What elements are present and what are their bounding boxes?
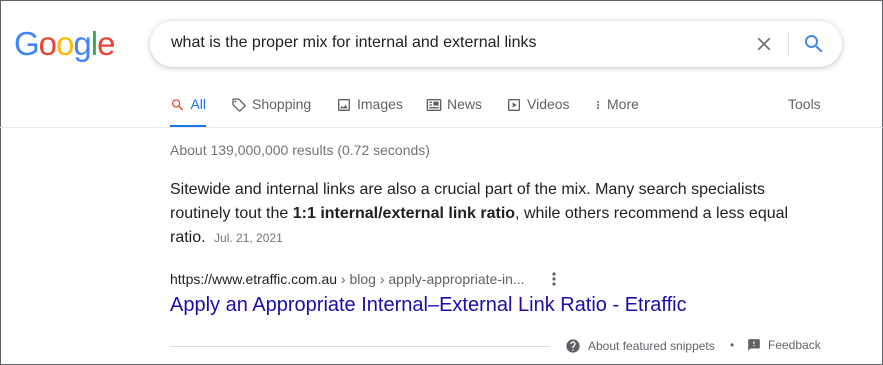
tag-icon <box>232 98 246 112</box>
tab-shopping[interactable]: Shopping <box>231 96 311 128</box>
more-vert-icon <box>597 101 599 109</box>
result-title-link[interactable]: Apply an Appropriate Internal–External L… <box>170 294 687 317</box>
footer-separator: • <box>730 338 735 352</box>
logo-letter: o <box>38 25 57 62</box>
tabs-divider <box>0 127 883 128</box>
close-icon[interactable] <box>753 33 775 55</box>
tab-videos[interactable]: Videos <box>506 96 570 128</box>
logo-letter: G <box>14 25 40 62</box>
tab-more[interactable]: More <box>592 96 639 128</box>
image-icon <box>338 99 350 111</box>
feedback-label: Feedback <box>768 338 821 352</box>
tab-label: Shopping <box>252 96 312 112</box>
video-icon <box>508 99 520 111</box>
tab-images[interactable]: Images <box>336 96 403 128</box>
logo-letter: o <box>56 25 74 62</box>
snippet-date: Jul. 21, 2021 <box>214 231 283 245</box>
tab-news[interactable]: News <box>426 96 482 128</box>
tools-button[interactable]: Tools <box>788 96 821 112</box>
more-vert-icon[interactable] <box>546 270 562 288</box>
search-icon[interactable] <box>802 32 826 56</box>
google-logo[interactable]: Google <box>14 25 115 63</box>
about-featured-snippets-link[interactable]: About featured snippets <box>565 338 715 354</box>
search-icon <box>171 99 184 111</box>
tab-label: Images <box>357 96 403 112</box>
search-box-divider <box>788 31 789 57</box>
tab-label: Videos <box>527 96 570 112</box>
tab-all[interactable]: All <box>170 96 206 128</box>
search-input[interactable]: what is the proper mix for internal and … <box>171 34 537 52</box>
tab-label: All <box>190 96 206 112</box>
feedback-icon <box>748 339 760 351</box>
help-icon <box>566 339 580 353</box>
search-box[interactable]: what is the proper mix for internal and … <box>150 21 842 67</box>
tab-label: News <box>447 96 483 112</box>
cite-path: › blog › apply-appropriate-in... <box>337 271 525 287</box>
about-label: About featured snippets <box>588 339 715 353</box>
tab-label: More <box>607 96 639 112</box>
featured-snippet-text: Sitewide and internal links are also a c… <box>170 178 810 250</box>
feedback-link[interactable]: Feedback <box>747 338 821 352</box>
news-icon <box>426 99 442 111</box>
logo-letter: e <box>97 25 115 62</box>
result-cite[interactable]: https://www.etraffic.com.au › blog › app… <box>170 271 525 287</box>
cite-domain: https://www.etraffic.com.au <box>170 271 338 287</box>
result-stats: About 139,000,000 results (0.72 seconds) <box>170 142 430 158</box>
logo-letter: g <box>73 25 91 62</box>
footer-divider <box>170 346 550 347</box>
snippet-bold-text: 1:1 internal/external link ratio <box>292 205 516 222</box>
